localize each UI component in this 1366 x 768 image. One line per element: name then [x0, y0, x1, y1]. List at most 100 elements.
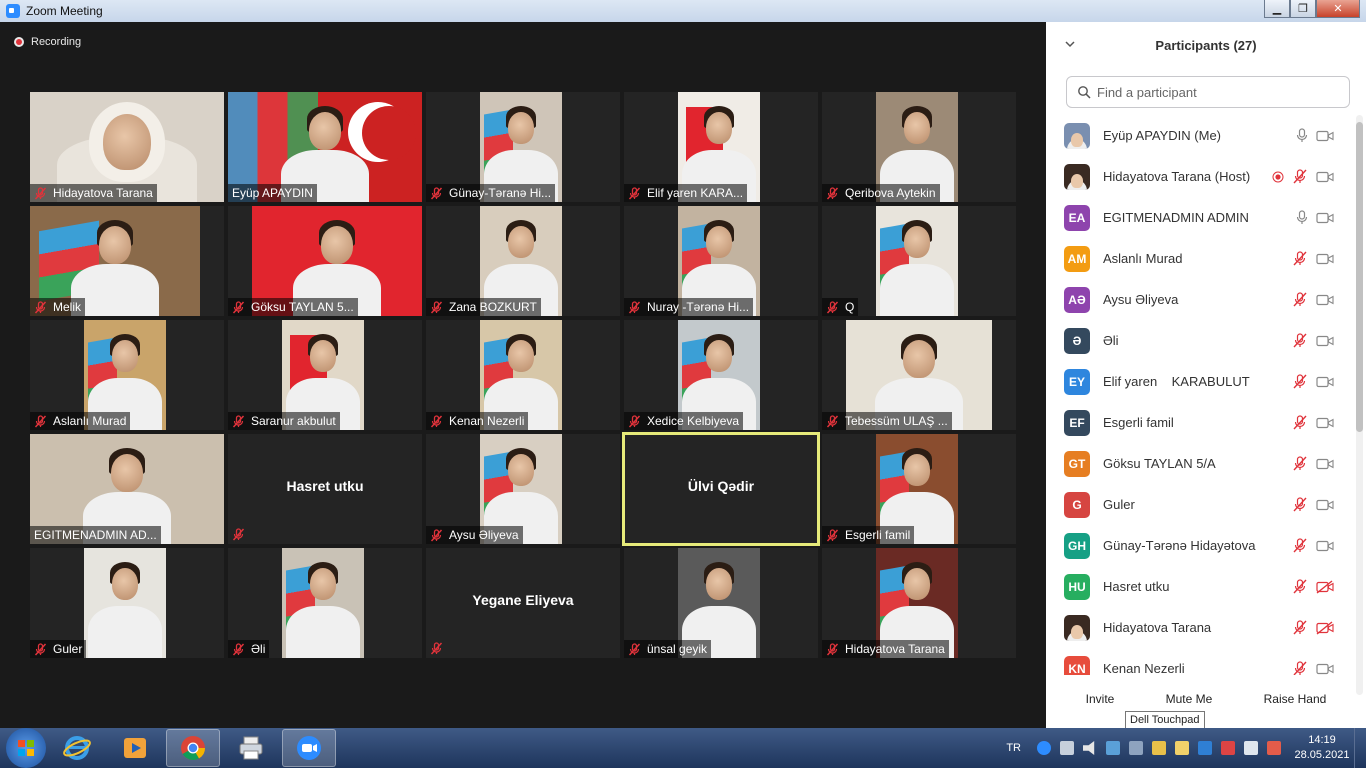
video-tile[interactable]: Saranur akbulut: [228, 320, 422, 430]
participant-name: Hidayatova Tarana: [845, 642, 945, 656]
participant-list-name: Aslanlı Murad: [1103, 251, 1183, 266]
participant-video: [282, 548, 364, 658]
video-tile[interactable]: EGITMENADMIN AD...: [30, 434, 224, 544]
participant-nametag: Aslanlı Murad: [30, 412, 131, 430]
action-center-icon[interactable]: [1267, 741, 1281, 755]
video-tile[interactable]: Eyüp APAYDIN: [228, 92, 422, 202]
participant-row[interactable]: EF Esgerli famil: [1046, 402, 1356, 443]
system-clock[interactable]: 14:19 28.05.2021: [1290, 733, 1354, 763]
close-button[interactable]: ✕: [1316, 0, 1360, 18]
mic-muted-icon: [826, 528, 839, 542]
participant-video: [876, 206, 958, 316]
minimize-button[interactable]: ▁: [1264, 0, 1290, 18]
taskbar-zoom[interactable]: [282, 729, 336, 767]
scrollbar-thumb[interactable]: [1356, 122, 1363, 432]
video-tile[interactable]: Zana BOZKURT: [426, 206, 620, 316]
video-tile[interactable]: Elif yaren KARA...: [624, 92, 818, 202]
mic-muted-icon: [1292, 169, 1308, 184]
participants-header: Participants (27): [1046, 22, 1366, 68]
show-desktop-button[interactable]: [1354, 728, 1366, 768]
display-icon[interactable]: [1129, 741, 1143, 755]
participant-row[interactable]: Ə Əli: [1046, 320, 1356, 361]
participant-name: Tebessüm ULAŞ ...: [845, 414, 948, 428]
participant-row[interactable]: Hidayatova Tarana: [1046, 607, 1356, 648]
taskbar-internet-explorer[interactable]: [50, 729, 104, 767]
security-icon[interactable]: [1175, 741, 1189, 755]
start-button[interactable]: [6, 728, 46, 768]
video-tile[interactable]: Aslanlı Murad: [30, 320, 224, 430]
zoom-tray-icon[interactable]: [1037, 741, 1051, 755]
dell-touchpad-icon[interactable]: [1106, 741, 1120, 755]
video-camera-icon: [1316, 335, 1334, 347]
participant-nametag: Saranur akbulut: [228, 412, 340, 430]
taskbar-chrome[interactable]: [166, 729, 220, 767]
video-tile[interactable]: Q: [822, 206, 1016, 316]
recording-icon: [1272, 171, 1284, 183]
video-tile[interactable]: Hidayatova Tarana: [822, 548, 1016, 658]
video-tile[interactable]: Kenan Nezerli: [426, 320, 620, 430]
clock-time: 14:19: [1308, 734, 1336, 746]
video-tile[interactable]: Göksu TAYLAN 5...: [228, 206, 422, 316]
video-tile[interactable]: Əli: [228, 548, 422, 658]
maximize-button[interactable]: ❐: [1290, 0, 1316, 18]
mic-muted-icon: [430, 528, 443, 542]
participant-name: Nuray -Tərənə Hi...: [647, 300, 750, 314]
taskbar-media-player[interactable]: [108, 729, 162, 767]
video-camera-icon: [1316, 294, 1334, 306]
video-tile[interactable]: Aysu Əliyeva: [426, 434, 620, 544]
mute-me-button[interactable]: Mute Me: [1157, 688, 1221, 710]
video-tile[interactable]: Günay-Təranə Hi...: [426, 92, 620, 202]
video-camera-icon: [1316, 417, 1334, 429]
participant-row[interactable]: GH Günay-Tərənə Hidayətova: [1046, 525, 1356, 566]
participant-row[interactable]: KN Kenan Nezerli: [1046, 648, 1356, 675]
gallery-view: Recording Hidayatova Tarana Eyüp APAYDIN G…: [0, 22, 1046, 728]
search-input[interactable]: [1097, 84, 1337, 100]
participant-row[interactable]: Hidayatova Tarana (Host): [1046, 156, 1356, 197]
video-tile[interactable]: Yegane Eliyeva: [426, 548, 620, 658]
mic-muted-icon: [1292, 251, 1308, 266]
video-tile[interactable]: Xedice Kelbiyeva: [624, 320, 818, 430]
alert-icon[interactable]: [1221, 741, 1235, 755]
volume-icon[interactable]: [1083, 741, 1095, 755]
participant-status-icons: [1292, 456, 1334, 471]
participant-row[interactable]: EY Elif yaren KARABULUT: [1046, 361, 1356, 402]
video-tile[interactable]: Hasret utku: [228, 434, 422, 544]
tooltip: Dell Touchpad: [1125, 711, 1205, 729]
video-tile[interactable]: Guler: [30, 548, 224, 658]
participant-search[interactable]: [1066, 76, 1350, 108]
dell-icon[interactable]: [1198, 741, 1212, 755]
video-tile[interactable]: Tebessüm ULAŞ ...: [822, 320, 1016, 430]
participant-status-icons: [1292, 497, 1334, 512]
taskbar-printer[interactable]: [224, 729, 278, 767]
video-tile[interactable]: Hidayatova Tarana: [30, 92, 224, 202]
video-tile[interactable]: Ülvi Qədir: [622, 432, 820, 546]
participant-list-name: Hasret utku: [1103, 579, 1170, 594]
participant-list-name: Hidayatova Tarana: [1103, 620, 1212, 635]
video-tile[interactable]: Nuray -Tərənə Hi...: [624, 206, 818, 316]
mic-muted-icon: [34, 186, 47, 200]
pen-icon[interactable]: [1152, 741, 1166, 755]
network-icon[interactable]: [1060, 741, 1074, 755]
raise-hand-button[interactable]: Raise Hand: [1255, 688, 1335, 710]
video-tile[interactable]: Melik: [30, 206, 224, 316]
video-tile[interactable]: Esgerli famil: [822, 434, 1016, 544]
network-status-icon[interactable]: [1244, 741, 1258, 755]
mic-muted-icon: [34, 300, 47, 314]
participant-row[interactable]: EA EGITMENADMIN ADMIN: [1046, 197, 1356, 238]
mic-muted-icon: [826, 642, 839, 656]
language-indicator[interactable]: TR: [1006, 742, 1021, 754]
invite-button[interactable]: Invite: [1077, 688, 1123, 710]
mic-muted-icon: [628, 642, 641, 656]
participant-row[interactable]: AƏ Aysu Əliyeva: [1046, 279, 1356, 320]
chevron-down-icon[interactable]: [1064, 38, 1076, 50]
participant-status-icons: [1292, 292, 1334, 307]
participant-row[interactable]: G Guler: [1046, 484, 1356, 525]
printer-icon: [239, 736, 263, 760]
recording-indicator[interactable]: Recording: [14, 36, 81, 48]
video-tile[interactable]: ünsal geyik: [624, 548, 818, 658]
video-tile[interactable]: Qeribova Aytekin: [822, 92, 1016, 202]
participant-row[interactable]: AM Aslanlı Murad: [1046, 238, 1356, 279]
participant-row[interactable]: HU Hasret utku: [1046, 566, 1356, 607]
participant-row[interactable]: GT Göksu TAYLAN 5/A: [1046, 443, 1356, 484]
participant-row[interactable]: Eyüp APAYDIN (Me): [1046, 115, 1356, 156]
